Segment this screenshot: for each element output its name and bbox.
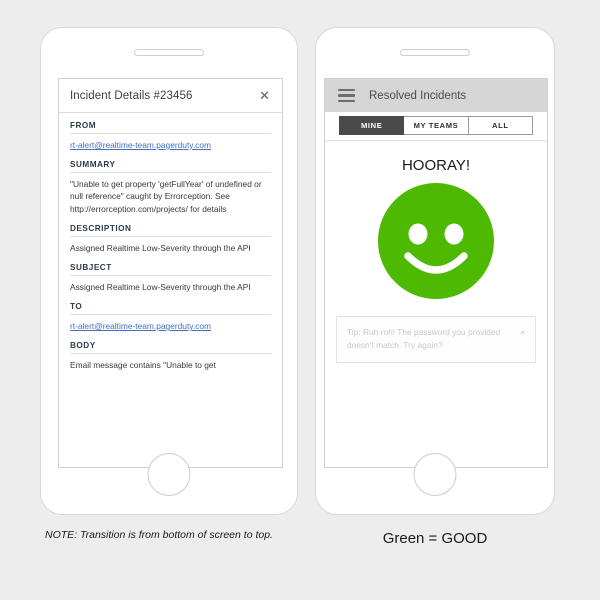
field-label: SUBJECT xyxy=(70,263,271,276)
tip-text: Tip: Ruh roh! The password you provided … xyxy=(347,327,501,351)
phone-speaker-slot xyxy=(134,49,204,56)
field-label: SUMMARY xyxy=(70,160,271,174)
tab-all[interactable]: ALL xyxy=(468,116,533,135)
incident-card-header: Incident Details #23456 ✕ xyxy=(59,79,282,113)
smiley-container xyxy=(325,183,547,299)
field-label: BODY xyxy=(70,341,271,355)
field-label: DESCRIPTION xyxy=(70,224,271,237)
field-value: Email message contains "Unable to get xyxy=(70,360,216,371)
incident-card-body: FROM rt-alert@realtime-team.pagerduty.co… xyxy=(59,113,282,372)
field-value: "Unable to get property 'getFullYear' of… xyxy=(70,179,262,214)
field-summary: SUMMARY "Unable to get property 'getFull… xyxy=(70,160,271,215)
phone-speaker-slot xyxy=(400,49,470,56)
hamburger-menu-icon[interactable] xyxy=(338,88,355,103)
close-icon[interactable]: × xyxy=(514,326,525,340)
to-email-link[interactable]: rt-alert@realtime-team.pagerduty.com xyxy=(70,320,271,332)
home-button[interactable] xyxy=(413,453,457,496)
app-bar: Resolved Incidents xyxy=(325,79,547,112)
from-email-link[interactable]: rt-alert@realtime-team.pagerduty.com xyxy=(70,139,271,151)
tab-mine[interactable]: MINE xyxy=(339,116,405,135)
field-description: DESCRIPTION Assigned Realtime Low-Severi… xyxy=(70,224,271,254)
smiley-face-icon xyxy=(378,183,494,299)
caption-left: NOTE: Transition is from bottom of scree… xyxy=(45,529,273,541)
resolved-incidents-screen: Resolved Incidents MINE MY TEAMS ALL HOO… xyxy=(324,78,548,468)
caption-right: Green = GOOD xyxy=(382,530,488,547)
field-label: FROM xyxy=(70,121,271,134)
tip-banner: Tip: Ruh roh! The password you provided … xyxy=(336,316,536,363)
field-label: TO xyxy=(70,302,271,316)
field-subject: SUBJECT Assigned Realtime Low-Severity t… xyxy=(70,263,271,293)
phone-frame-right: Resolved Incidents MINE MY TEAMS ALL HOO… xyxy=(315,27,555,515)
hooray-heading: HOORAY! xyxy=(401,157,471,174)
incident-card-title: Incident Details #23456 xyxy=(70,89,193,102)
field-to: TO rt-alert@realtime-team.pagerduty.com xyxy=(70,302,271,332)
app-bar-title: Resolved Incidents xyxy=(369,89,467,102)
field-from: FROM rt-alert@realtime-team.pagerduty.co… xyxy=(70,121,271,151)
tab-my-teams[interactable]: MY TEAMS xyxy=(404,116,469,135)
field-value: Assigned Realtime Low-Severity through t… xyxy=(70,281,251,292)
field-body: BODY Email message contains "Unable to g… xyxy=(70,341,271,371)
home-button[interactable] xyxy=(147,453,191,496)
tab-bar: MINE MY TEAMS ALL xyxy=(325,112,547,141)
close-icon[interactable]: ✕ xyxy=(256,87,273,104)
field-value: Assigned Realtime Low-Severity through t… xyxy=(70,242,251,253)
phone-frame-left: Incident Details #23456 ✕ FROM rt-alert@… xyxy=(40,27,298,515)
incident-details-card: Incident Details #23456 ✕ FROM rt-alert@… xyxy=(58,78,283,468)
